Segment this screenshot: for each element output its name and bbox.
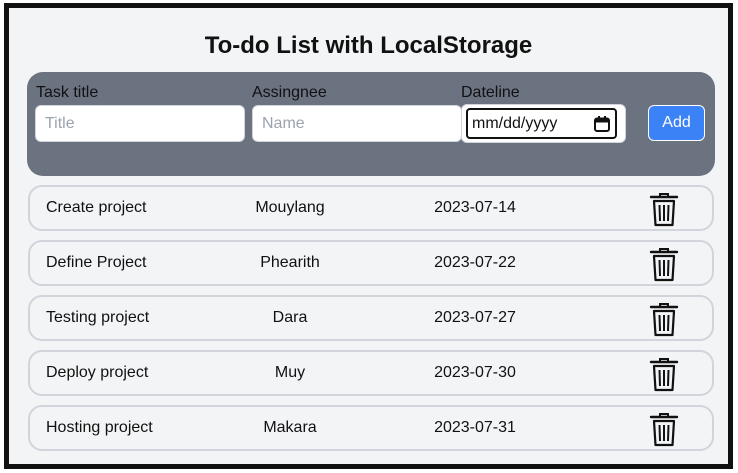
trash-icon[interactable]: [648, 412, 680, 448]
delete-button[interactable]: [648, 302, 680, 338]
add-task-form: Task title Assingnee Dateline mm/dd/yyyy…: [27, 72, 715, 176]
task-date: 2023-07-14: [434, 199, 516, 216]
dateline-placeholder: mm/dd/yyyy: [472, 114, 558, 132]
task-assignee: Phearith: [260, 254, 320, 271]
task-assignee: Dara: [272, 309, 308, 326]
task-row: Deploy project Muy 2023-07-30: [28, 350, 714, 396]
task-row: Create project Mouylang 2023-07-14: [28, 185, 714, 231]
task-date: 2023-07-22: [434, 254, 516, 271]
delete-button[interactable]: [648, 247, 680, 283]
dateline-field[interactable]: mm/dd/yyyy: [466, 108, 617, 139]
page-title: To-do List with LocalStorage: [204, 32, 533, 59]
task-title-label: Task title: [36, 84, 99, 101]
add-button[interactable]: Add: [648, 105, 705, 141]
task-assignee: Muy: [274, 364, 306, 381]
trash-icon[interactable]: [648, 192, 680, 228]
assignee-label: Assingnee: [252, 84, 327, 101]
task-list: Create project Mouylang 2023-07-14 Defin…: [28, 185, 714, 460]
task-title: Deploy project: [46, 364, 149, 381]
dateline-label: Dateline: [461, 84, 520, 101]
delete-button[interactable]: [648, 192, 680, 228]
assignee-input[interactable]: [252, 105, 462, 142]
task-date: 2023-07-27: [434, 309, 516, 326]
calendar-icon[interactable]: [593, 115, 611, 133]
delete-button[interactable]: [648, 412, 680, 448]
task-row: Hosting project Makara 2023-07-31: [28, 405, 714, 451]
task-assignee: Mouylang: [255, 199, 325, 216]
task-title: Hosting project: [46, 419, 153, 436]
task-date: 2023-07-30: [434, 364, 516, 381]
task-row: Define Project Phearith 2023-07-22: [28, 240, 714, 286]
task-title: Testing project: [46, 309, 150, 326]
task-title: Define Project: [46, 254, 147, 271]
task-title: Create project: [46, 199, 147, 216]
trash-icon[interactable]: [648, 302, 680, 338]
trash-icon[interactable]: [648, 357, 680, 393]
task-row: Testing project Dara 2023-07-27: [28, 295, 714, 341]
task-date: 2023-07-31: [434, 419, 516, 436]
app-frame: To-do List with LocalStorage Task title …: [4, 3, 733, 469]
task-assignee: Makara: [263, 419, 317, 436]
trash-icon[interactable]: [648, 247, 680, 283]
task-title-input[interactable]: [35, 105, 245, 142]
dateline-input[interactable]: mm/dd/yyyy: [461, 104, 626, 143]
delete-button[interactable]: [648, 357, 680, 393]
